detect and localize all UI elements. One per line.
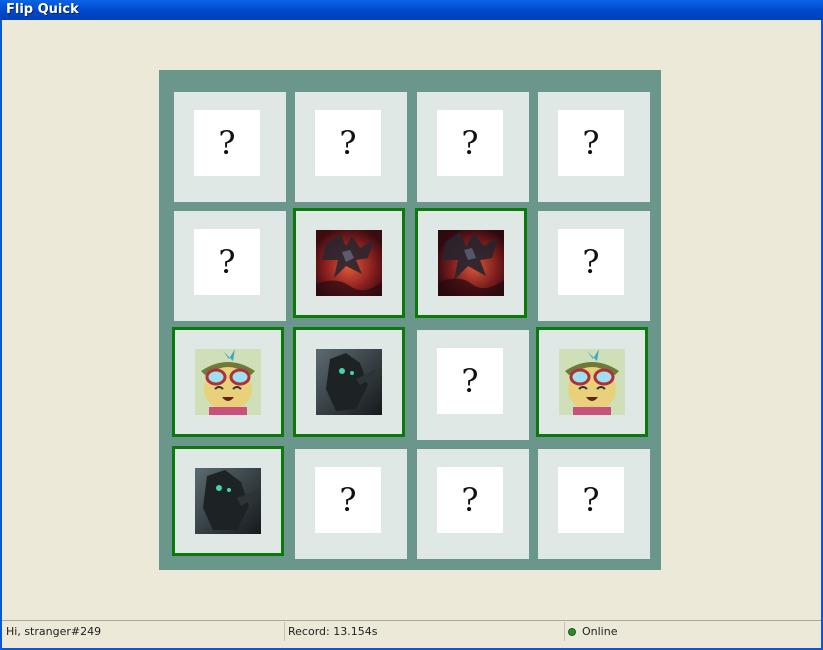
connection-text: Online [582, 625, 618, 638]
game-window: Flip Quick ? ? ? ? ? ? ? ? ? ? Hi, stran… [0, 0, 823, 650]
card-10 [293, 327, 405, 437]
card-2[interactable]: ? [295, 92, 407, 202]
card-4-question: ? [558, 110, 624, 176]
card-8-question: ? [558, 229, 624, 295]
greeting-text: Hi, stranger#249 [6, 625, 102, 638]
card-9 [172, 327, 284, 437]
dark-knight-image [195, 468, 261, 534]
card-1-question: ? [194, 110, 260, 176]
card-11-question: ? [437, 348, 503, 414]
yordle-goggles-image [559, 349, 625, 415]
card-7 [415, 208, 527, 318]
record-text: Record: 13.154s [288, 625, 378, 638]
dark-dragon-image [316, 230, 382, 296]
card-3[interactable]: ? [417, 92, 529, 202]
status-bar: Hi, stranger#249 Record: 13.154s Online [2, 620, 821, 643]
card-14-question: ? [315, 467, 381, 533]
card-16-question: ? [558, 467, 624, 533]
card-5-question: ? [194, 229, 260, 295]
yordle-goggles-image [195, 349, 261, 415]
card-6 [293, 208, 405, 318]
card-2-question: ? [315, 110, 381, 176]
dark-knight-image [316, 349, 382, 415]
card-4[interactable]: ? [538, 92, 650, 202]
connection-panel: Online [568, 622, 814, 641]
card-14[interactable]: ? [295, 449, 407, 559]
card-15-question: ? [437, 467, 503, 533]
card-13 [172, 446, 284, 556]
card-15[interactable]: ? [417, 449, 529, 559]
game-board: ? ? ? ? ? ? ? ? ? ? [159, 70, 661, 570]
title-bar[interactable]: Flip Quick [0, 0, 823, 20]
online-status-icon [568, 628, 576, 636]
card-12 [536, 327, 648, 437]
card-8[interactable]: ? [538, 211, 650, 321]
card-11[interactable]: ? [417, 330, 529, 440]
card-3-question: ? [437, 110, 503, 176]
card-5[interactable]: ? [174, 211, 286, 321]
greeting-panel: Hi, stranger#249 [6, 622, 285, 641]
card-16[interactable]: ? [538, 449, 650, 559]
card-1[interactable]: ? [174, 92, 286, 202]
record-panel: Record: 13.154s [288, 622, 565, 641]
window-title: Flip Quick [6, 2, 79, 17]
dark-dragon-image [438, 230, 504, 296]
